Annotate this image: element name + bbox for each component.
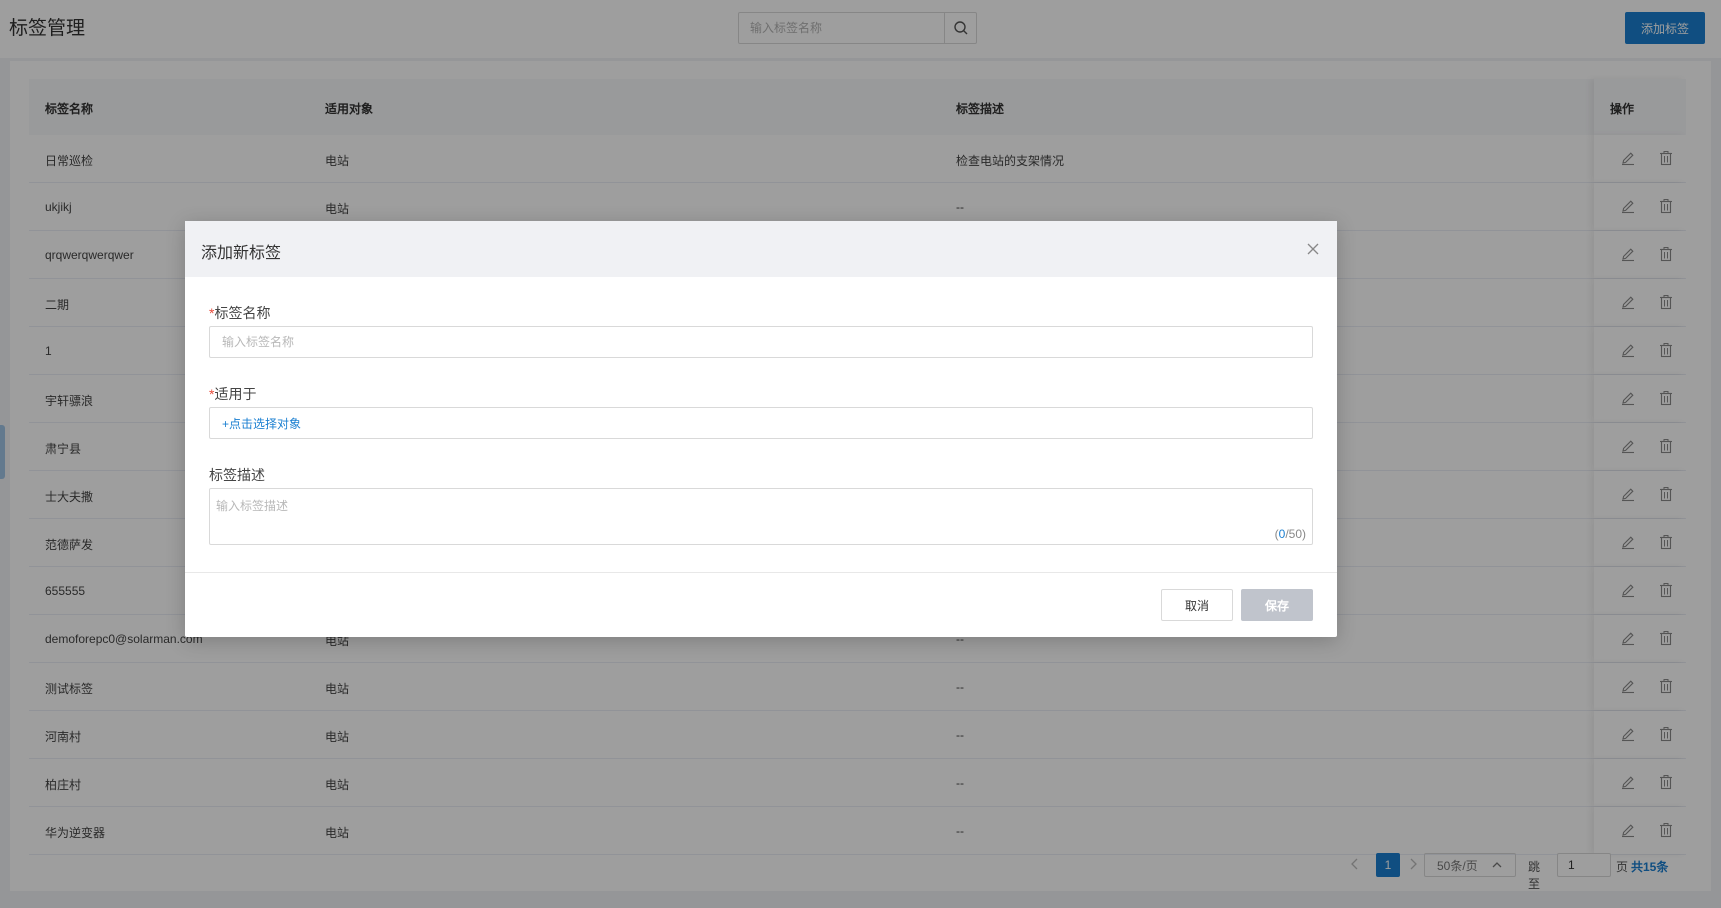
modal-header: 添加新标签 (185, 221, 1337, 277)
save-button[interactable]: 保存 (1241, 589, 1313, 621)
name-label-text: 标签名称 (214, 305, 271, 321)
desc-label: 标签描述 (209, 467, 265, 483)
cancel-button[interactable]: 取消 (1161, 589, 1233, 621)
tag-desc-textarea[interactable] (210, 489, 1312, 544)
target-label-text: 适用于 (214, 386, 257, 402)
target-label: *适用于 (209, 384, 256, 404)
select-target-link[interactable]: +点击选择对象 (222, 415, 301, 432)
select-target-field[interactable]: +点击选择对象 (209, 407, 1313, 439)
char-counter: (0/50) (1275, 527, 1306, 541)
add-tag-modal: 添加新标签 *标签名称 *适用于 +点击选择对象 标签描述 (0/50) 取消 … (185, 221, 1337, 637)
tag-name-input[interactable] (209, 326, 1313, 358)
desc-textarea-wrap: (0/50) (209, 488, 1313, 545)
modal-title: 添加新标签 (201, 245, 282, 262)
name-label: *标签名称 (209, 303, 270, 323)
char-max: /50) (1285, 527, 1306, 541)
close-icon[interactable] (1305, 241, 1321, 257)
modal-divider (185, 572, 1337, 573)
